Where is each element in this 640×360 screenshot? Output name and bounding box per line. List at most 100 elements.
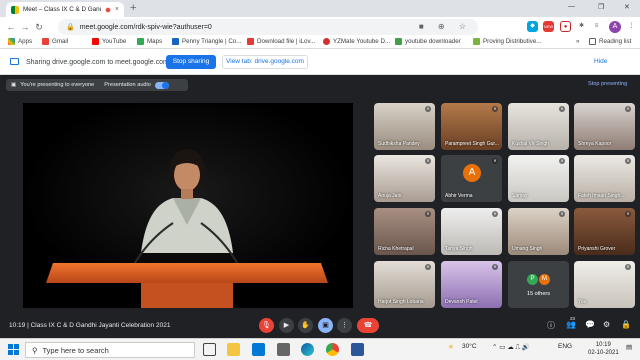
task-view-icon[interactable] [203,343,216,356]
presenting-status: You're presenting to everyone [20,82,95,88]
bookmark-youtube[interactable]: YouTube [92,38,126,45]
participant-tile[interactable]: ✕ Kushal Vir Singh [508,103,569,150]
participant-tile[interactable]: ✕ Shreya Kapoor [574,103,635,150]
notifications-icon[interactable]: ▤ [626,343,632,351]
extension-icon[interactable]: ◆ [527,21,538,32]
participant-avatar: P [527,274,538,285]
bookmark-youtube-downloader[interactable]: youtube downloader [395,38,461,45]
omnibox-actions[interactable]: ■ ⊕ ☆ [419,22,472,31]
participant-tile[interactable]: ✕ Harjot Singh Lobana [374,261,435,308]
leave-call-button[interactable]: ☎ [357,318,379,333]
tray-icons[interactable]: ⌃ ▭ ☁ ⎍ 🔊 [492,343,530,352]
bookmark-ilovepdf[interactable]: Download file | iLov... [247,38,315,45]
participant-tile[interactable]: ✕ Samay [508,155,569,202]
bookmark-label: Gmail [52,38,69,45]
participant-tile[interactable]: ✕ A Abhir Verma [441,155,502,202]
stop-sharing-button[interactable]: Stop sharing [166,55,216,69]
menu-icon[interactable]: ⋮ [626,21,637,32]
speaker-at-podium-image [23,103,353,308]
bookmark-maps[interactable]: Maps [137,38,162,45]
self-tile[interactable]: ✕ You [574,261,635,308]
camera-button[interactable]: ▶ [279,318,294,333]
participant-tile[interactable]: ✕ Umang Singh [508,208,569,255]
app-icon[interactable] [277,343,290,356]
mic-off-icon: ✕ [559,106,565,112]
view-tab-button[interactable]: View tab: drive.google.com [222,55,308,69]
participant-tile[interactable]: ✕ Fateh Imaan Singh... [574,155,635,202]
participant-tile[interactable]: ✕ Anuja Jain [374,155,435,202]
tab-meet[interactable]: Meet – Class IX C & D Gandhi × [6,2,124,17]
info-icon[interactable]: ⓘ [547,320,555,331]
apps-grid-icon [8,38,15,45]
participant-name: Anuja Jain [378,193,402,199]
people-icon[interactable]: 👥 [566,320,576,329]
presentation-audio-toggle[interactable] [154,81,169,89]
window-close-button[interactable]: ✕ [624,3,630,11]
chrome-icon[interactable] [326,343,339,356]
tab-close-icon[interactable]: × [115,6,119,13]
address-bar[interactable]: 🔒 meet.google.com/rdk-spiv-wie?authuser=… [58,19,478,35]
edge-icon[interactable] [301,343,314,356]
participant-name: Samay [512,193,528,199]
meeting-info: 10:19 | Class IX C & D Gandhi Jayanti Ce… [9,322,170,329]
mic-off-icon: ✕ [625,264,631,270]
forward-arrow-icon[interactable]: → [18,22,32,32]
bookmark-label: YZMate Youtube D... [333,38,391,45]
extension-icon[interactable]: NEW [543,21,554,32]
extension-icon[interactable]: ● [560,21,571,32]
mail-icon[interactable] [252,343,265,356]
bookmark-apps[interactable]: Apps [8,38,32,45]
participant-tile[interactable]: ✕ Sudhiksha Pandey [374,103,435,150]
url-text: meet.google.com/rdk-spiv-wie?authuser=0 [79,23,212,31]
browser-tab-strip: Meet – Class IX C & D Gandhi × + — ❐ ✕ [0,0,640,17]
more-options-icon[interactable]: ⋮ [337,318,352,333]
reading-list-icon [589,38,596,45]
media-icon[interactable]: ≡ [591,21,602,32]
reload-icon[interactable]: ↻ [32,22,46,33]
participant-avatar: M [539,274,550,285]
weather-temp[interactable]: 30°C [462,343,477,350]
participant-tile[interactable]: ✕ Devansh Patel [441,261,502,308]
stop-presenting-button[interactable]: Stop presenting [588,81,627,87]
back-arrow-icon[interactable]: ← [4,22,18,32]
participant-name: Richa Khetrapal [378,246,414,252]
minimize-button[interactable]: — [568,3,575,10]
mic-off-icon: ✕ [425,106,431,112]
participant-tile[interactable]: ✕ Tanya Singh [441,208,502,255]
mic-off-icon: ✕ [559,158,565,164]
present-button[interactable]: ▣ [318,318,333,333]
activities-icon[interactable]: ⚙ [603,320,610,329]
taskbar-search[interactable]: ⚲ Type here to search [25,342,195,358]
tab-title: Meet – Class IX C & D Gandhi [23,6,101,13]
participant-tile[interactable]: ✕ Priyanshi Grover [574,208,635,255]
profile-avatar[interactable]: A [609,21,621,33]
bookmark-proving-distributive[interactable]: Proving Distributive... [473,38,541,45]
host-controls-icon[interactable]: 🔒 [621,320,631,329]
raise-hand-button[interactable]: ✋ [298,318,313,333]
new-tab-button[interactable]: + [130,3,136,14]
site-icon [172,38,179,45]
language-indicator[interactable]: ENG [558,343,572,350]
maximize-button[interactable]: ❐ [598,3,604,11]
hide-button[interactable]: Hide [594,58,607,65]
participant-name: Priyanshi Grover [578,246,616,252]
taskbar-clock[interactable]: 10:19 02-10-2021 [588,341,619,357]
reading-list-button[interactable]: Reading list [589,38,631,45]
participant-name: Sudhiksha Pandey [378,141,420,147]
more-bookmarks-button[interactable]: » [576,38,579,45]
bookmark-penny-triangle[interactable]: Penny Triangle | Co... [172,38,241,45]
puzzle-icon[interactable]: ✱ [576,21,587,32]
chat-icon[interactable]: 💬 [585,320,595,329]
bookmark-yzmate[interactable]: YZMate Youtube D... [323,38,390,45]
windows-start-icon[interactable] [8,344,19,355]
participant-name: Parampreet Singh Gur... [445,141,499,147]
mic-off-button[interactable]: 🎙 [259,318,274,333]
participant-tile[interactable]: ✕ Richa Khetrapal [374,208,435,255]
windows-taskbar: ⚲ Type here to search ☀ 30°C ⌃ ▭ ☁ ⎍ 🔊 E… [0,338,640,360]
bookmark-gmail[interactable]: Gmail [42,38,68,45]
others-tile[interactable]: P M 15 others [508,261,569,308]
participant-tile[interactable]: ✕ Parampreet Singh Gur... [441,103,502,150]
lock-icon: 🔒 [66,24,75,31]
file-explorer-icon[interactable] [227,343,240,356]
word-icon[interactable] [351,343,364,356]
